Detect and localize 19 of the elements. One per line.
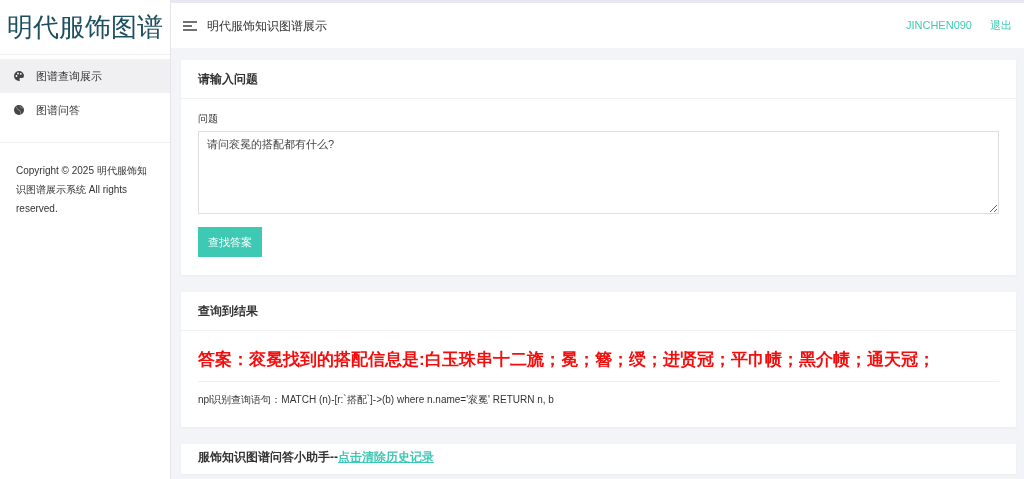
query-text: npl识别查询语句：MATCH (n)-[r:`搭配`]->(b) where n.name='衮冕' RETURN n, b [198, 392, 555, 407]
card-title: 查询到结果 [181, 292, 1016, 331]
globe-icon [14, 105, 24, 115]
logo-title: 明代服饰图谱 [0, 0, 170, 55]
palette-icon [14, 71, 24, 81]
page-title: 明代服饰知识图谱展示 [207, 17, 327, 35]
field-label: 问题 [198, 112, 219, 126]
question-field[interactable]: 请问衮冕的搭配都有什么? [198, 131, 999, 214]
clear-history-link[interactable]: 点击清除历史记录 [338, 447, 434, 466]
answer-text: 答案：衮冕找到的搭配信息是:白玉珠串十二旒；冕；簪；绶；进贤冠；平巾帻；黑介帻；通天冠； [198, 343, 999, 382]
card-title: 服饰知识图谱问答小助手-- [198, 448, 338, 466]
username-link[interactable]: JINCHEN090 [905, 17, 972, 34]
menu-icon[interactable] [183, 20, 197, 31]
copyright-text: Copyright © 2025 明代服饰知识图谱展示系统 All rights reserved. [0, 142, 170, 236]
search-button[interactable]: 查找答案 [198, 226, 262, 257]
sidebar-item[interactable]: 图谱查询展示 [0, 59, 170, 93]
sidebar-item[interactable]: 图谱问答 [0, 93, 170, 127]
logout-link[interactable]: 退出 [990, 17, 1012, 34]
card-title: 请输入问题 [181, 60, 1016, 99]
